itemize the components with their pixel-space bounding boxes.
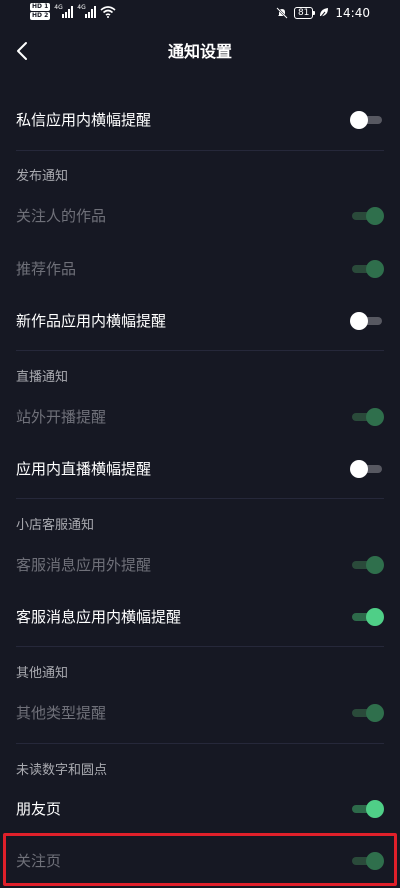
- divider: [16, 646, 384, 647]
- section-title-other: 其他通知: [16, 666, 69, 681]
- follow-works-toggle[interactable]: [350, 206, 384, 226]
- cs-inapp-banner-toggle[interactable]: [350, 607, 384, 627]
- signal-icon-2: 4G: [77, 3, 97, 18]
- clock: 14:40: [335, 6, 370, 20]
- row-cs-inapp-banner[interactable]: 客服消息应用内横幅提醒: [0, 597, 400, 637]
- status-bar: HD 1 HD 2 4G 4G 81 14:40: [0, 0, 400, 30]
- row-label: 关注人的作品: [16, 207, 107, 225]
- row-recommended-works[interactable]: 推荐作品: [0, 249, 400, 289]
- row-cs-offapp[interactable]: 客服消息应用外提醒: [0, 545, 400, 585]
- row-label: 其他类型提醒: [16, 704, 107, 722]
- top-bar: 通知设置: [0, 30, 400, 74]
- row-label: 私信应用内横幅提醒: [16, 111, 152, 129]
- private-banner-toggle[interactable]: [350, 110, 384, 130]
- status-bar-left: HD 1 HD 2 4G 4G: [30, 3, 116, 20]
- section-title-publish: 发布通知: [16, 169, 69, 184]
- section-title-shop-cs: 小店客服通知: [16, 518, 95, 533]
- signal-icon-1: 4G: [54, 3, 74, 18]
- new-work-banner-toggle[interactable]: [350, 311, 384, 331]
- friends-page-toggle[interactable]: [350, 799, 384, 819]
- row-new-work-banner[interactable]: 新作品应用内横幅提醒: [0, 301, 400, 341]
- row-private-banner[interactable]: 私信应用内横幅提醒: [0, 100, 400, 140]
- hd1-badge: HD 1: [30, 3, 51, 11]
- row-label: 客服消息应用内横幅提醒: [16, 608, 182, 626]
- inapp-live-banner-toggle[interactable]: [350, 459, 384, 479]
- row-label: 朋友页: [16, 800, 62, 818]
- page-title: 通知设置: [167, 42, 232, 61]
- hd2-badge: HD 2: [30, 12, 51, 20]
- divider: [16, 150, 384, 151]
- network-type-2: 4G: [77, 3, 86, 11]
- row-inapp-live-banner[interactable]: 应用内直播横幅提醒: [0, 449, 400, 489]
- row-label: 推荐作品: [16, 260, 77, 278]
- row-label: 应用内直播横幅提醒: [16, 460, 152, 478]
- other-types-toggle[interactable]: [350, 703, 384, 723]
- row-follow-works[interactable]: 关注人的作品: [0, 196, 400, 236]
- leaf-icon: [320, 8, 329, 19]
- row-label: 站外开播提醒: [16, 408, 107, 426]
- cs-offapp-toggle[interactable]: [350, 555, 384, 575]
- row-label: 客服消息应用外提醒: [16, 556, 152, 574]
- mute-bell-icon: [276, 7, 288, 19]
- recommended-works-toggle[interactable]: [350, 259, 384, 279]
- divider: [16, 498, 384, 499]
- network-type-1: 4G: [54, 3, 63, 11]
- battery-indicator: 81: [293, 7, 316, 19]
- section-title-unread: 未读数字和圆点: [16, 763, 108, 778]
- row-other-types[interactable]: 其他类型提醒: [0, 693, 400, 733]
- highlight-box: [3, 833, 397, 886]
- row-friends-page[interactable]: 朋友页: [0, 789, 400, 829]
- divider: [16, 743, 384, 744]
- wifi-icon: [100, 5, 116, 18]
- row-offsite-live[interactable]: 站外开播提醒: [0, 397, 400, 437]
- offsite-live-toggle[interactable]: [350, 407, 384, 427]
- divider: [16, 350, 384, 351]
- section-title-live: 直播通知: [16, 370, 69, 385]
- status-bar-right: 81 14:40: [276, 6, 370, 20]
- hd-indicators: HD 1 HD 2: [30, 3, 51, 20]
- row-label: 新作品应用内横幅提醒: [16, 312, 167, 330]
